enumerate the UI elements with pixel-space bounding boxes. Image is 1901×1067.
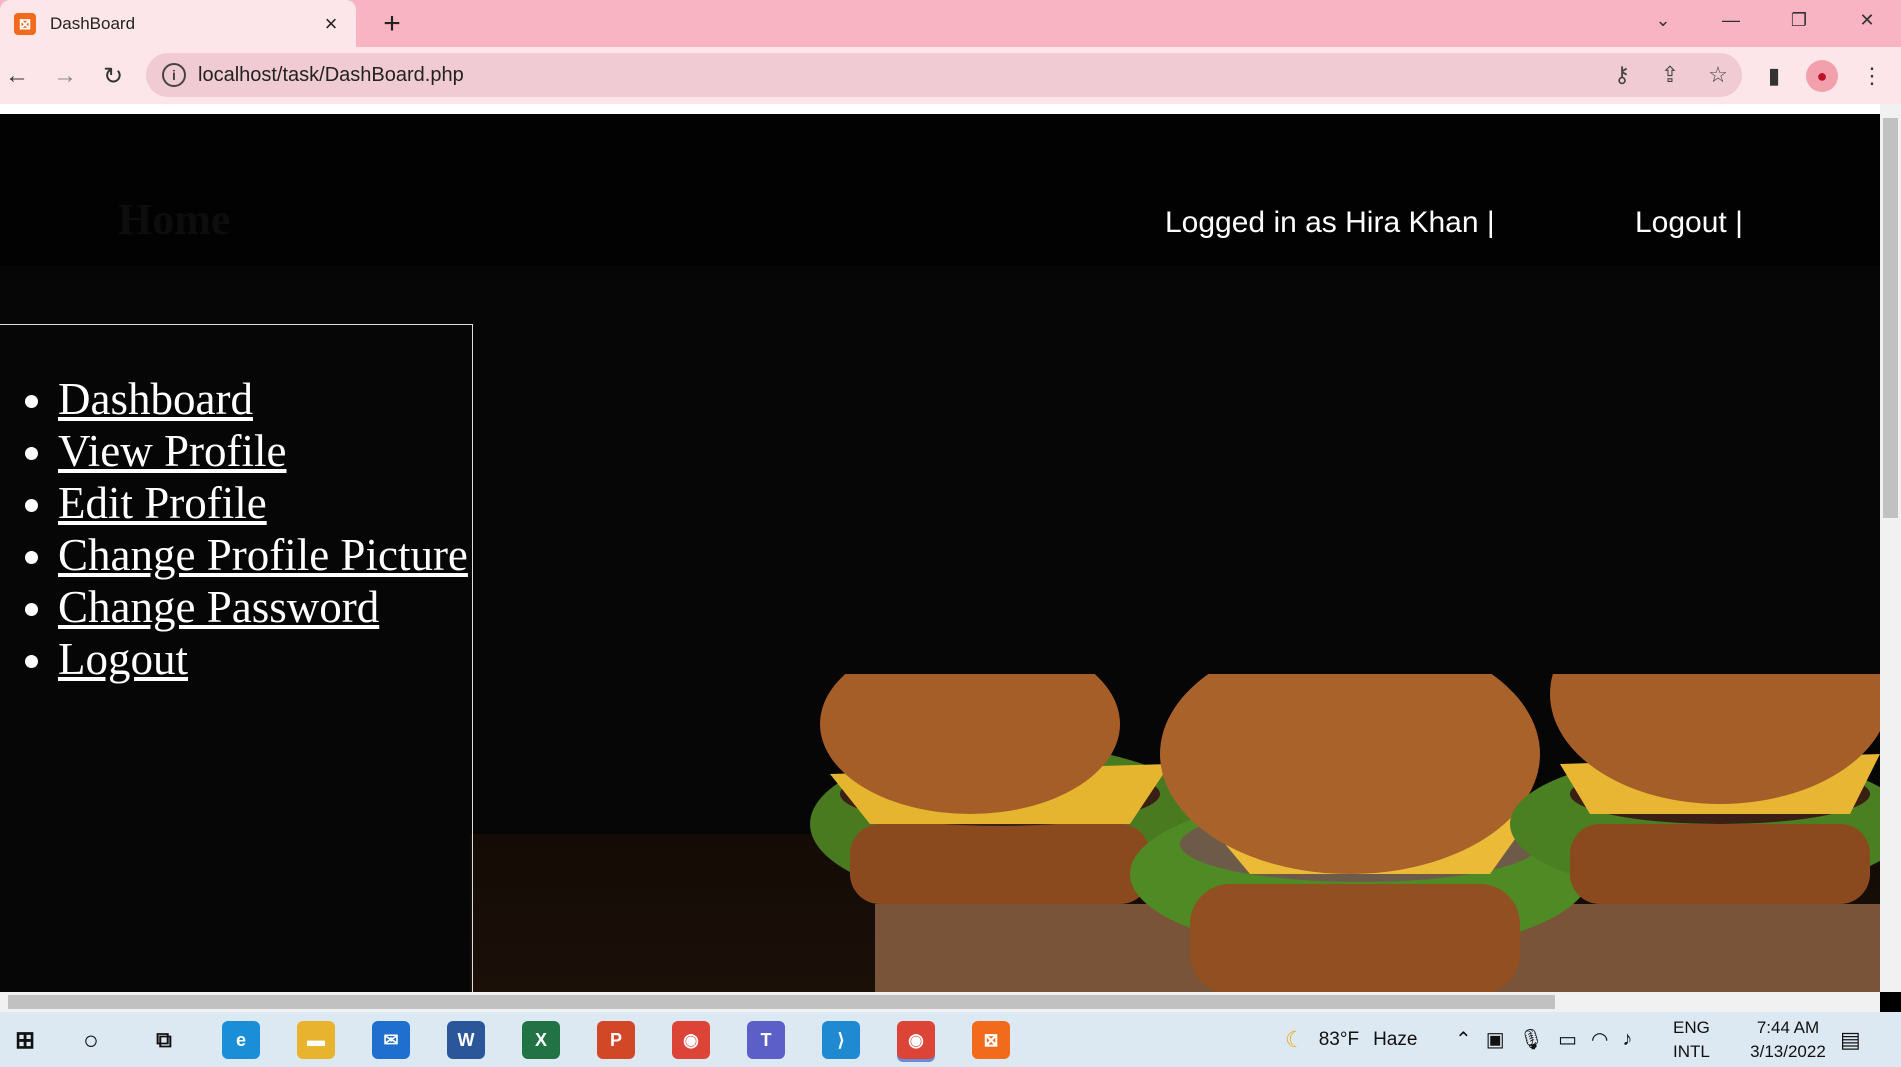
edit-profile-link[interactable]: Edit Profile (58, 478, 267, 528)
word-icon[interactable]: W (447, 1021, 485, 1059)
powerpoint-icon[interactable]: P (597, 1021, 635, 1059)
windows-taskbar: ⊞ ○ ⧉ e ▬ ✉ W X P ◉ T ⟩ ◉ ⊠ ☾ 83°F Haze … (0, 1012, 1901, 1067)
share-icon[interactable]: ⇪ (1646, 53, 1694, 97)
battery-icon[interactable]: ▭ (1558, 1027, 1577, 1052)
vertical-scroll-thumb[interactable] (1883, 118, 1898, 518)
windows-start-icon[interactable]: ⊞ (6, 1021, 44, 1059)
change-password-link[interactable]: Change Password (58, 582, 379, 632)
weather-widget[interactable]: ☾ 83°F Haze (1285, 1012, 1417, 1067)
vertical-scrollbar[interactable] (1880, 104, 1901, 992)
logout-link[interactable]: Logout (58, 634, 188, 684)
profile-button[interactable]: ● (1802, 56, 1842, 96)
forward-icon[interactable]: → (48, 59, 82, 93)
side-panel-icon[interactable]: ▮ (1754, 56, 1794, 96)
dashboard-page: Home Logged in as Hira Khan | Logout | D… (0, 114, 1880, 992)
mail-icon[interactable]: ✉ (372, 1021, 410, 1059)
task-view-icon[interactable]: ⧉ (145, 1021, 183, 1059)
browser-tabstrip: ⊠ DashBoard × + ⌄ — ❐ ✕ (0, 0, 1901, 47)
page-header: Home Logged in as Hira Khan | Logout | (0, 114, 1880, 266)
page-viewport: Home Logged in as Hira Khan | Logout | D… (0, 104, 1880, 992)
lang-layout: INTL (1673, 1041, 1710, 1061)
sidebar-item-logout: Logout (58, 633, 472, 685)
burger-right (1510, 674, 1880, 904)
header-logout-link[interactable]: Logout | (1635, 206, 1743, 240)
sidebar-menu: Dashboard View Profile Edit Profile Chan… (0, 373, 472, 685)
horizontal-scrollbar[interactable] (0, 992, 1880, 1012)
back-icon[interactable]: ← (0, 59, 34, 93)
sidebar-item-dashboard: Dashboard (58, 373, 472, 425)
horizontal-scroll-thumb[interactable] (8, 995, 1555, 1009)
sidebar-item-change-password: Change Password (58, 581, 472, 633)
file-explorer-icon[interactable]: ▬ (297, 1021, 335, 1059)
edge-icon[interactable]: e (222, 1021, 260, 1059)
search-icon[interactable]: ○ (72, 1021, 110, 1059)
lang-code: ENG (1673, 1017, 1710, 1037)
new-tab-button[interactable]: + (374, 6, 410, 42)
system-tray: ⌃ ▣ 🎙 ▭ ◠ ♪ (1455, 1012, 1632, 1067)
sidebar-nav: Dashboard View Profile Edit Profile Chan… (0, 324, 473, 992)
logged-in-user: Logged in as Hira Khan | (1165, 206, 1495, 239)
weather-icon: ☾ (1285, 1026, 1305, 1052)
star-icon[interactable]: ☆ (1694, 53, 1742, 97)
tab-search-icon[interactable]: ⌄ (1629, 0, 1697, 40)
browser-tab[interactable]: ⊠ DashBoard × (0, 0, 356, 47)
weather-temp: 83°F (1318, 1028, 1360, 1050)
address-bar[interactable]: i localhost/task/DashBoard.php ⚷ ⇪ ☆ (146, 53, 1742, 97)
sidebar-item-edit-profile: Edit Profile (58, 477, 472, 529)
wifi-icon[interactable]: ◠ (1591, 1027, 1608, 1052)
key-icon[interactable]: ⚷ (1598, 53, 1646, 97)
notification-icon[interactable]: ▤ (1840, 1012, 1861, 1067)
url-text[interactable]: localhost/task/DashBoard.php (198, 64, 1598, 87)
brand-logo: Home (118, 195, 231, 244)
site-info-icon[interactable]: i (162, 63, 186, 87)
clock[interactable]: 7:44 AM 3/13/2022 (1728, 1012, 1848, 1067)
menu-kebab-icon[interactable]: ⋮ (1852, 56, 1892, 96)
xampp-icon[interactable]: ⊠ (972, 1021, 1010, 1059)
language-indicator[interactable]: ENG INTL (1673, 1012, 1710, 1067)
vscode-icon[interactable]: ⟩ (822, 1021, 860, 1059)
restore-icon[interactable]: ❐ (1765, 0, 1833, 40)
browser-toolbar: ← → ↻ i localhost/task/DashBoard.php ⚷ ⇪… (0, 47, 1901, 104)
tray-chevron-icon[interactable]: ⌃ (1455, 1027, 1472, 1052)
sidebar-item-change-picture: Change Profile Picture (58, 529, 472, 581)
burgers-image (810, 674, 1880, 992)
avatar: ● (1806, 60, 1838, 92)
microphone-icon[interactable]: 🎙 (1519, 1027, 1544, 1052)
teams-icon[interactable]: T (747, 1021, 785, 1059)
chrome-profile-icon[interactable]: ◉ (897, 1021, 935, 1059)
clock-time: 7:44 AM (1756, 1017, 1820, 1037)
sidebar-item-view-profile: View Profile (58, 425, 472, 477)
xampp-favicon-icon: ⊠ (14, 12, 36, 35)
excel-icon[interactable]: X (522, 1021, 560, 1059)
chrome-icon[interactable]: ◉ (672, 1021, 710, 1059)
minimize-icon[interactable]: — (1697, 0, 1765, 40)
volume-icon[interactable]: ♪ (1622, 1028, 1632, 1051)
camera-icon[interactable]: ▣ (1486, 1027, 1505, 1052)
close-window-icon[interactable]: ✕ (1833, 0, 1901, 40)
dashboard-link[interactable]: Dashboard (58, 374, 253, 424)
tab-title: DashBoard (50, 13, 136, 33)
close-tab-icon[interactable]: × (316, 9, 346, 39)
change-profile-picture-link[interactable]: Change Profile Picture (58, 530, 468, 580)
weather-desc: Haze (1373, 1028, 1418, 1050)
clock-date: 3/13/2022 (1750, 1041, 1826, 1061)
reload-icon[interactable]: ↻ (96, 59, 130, 93)
view-profile-link[interactable]: View Profile (58, 426, 287, 476)
